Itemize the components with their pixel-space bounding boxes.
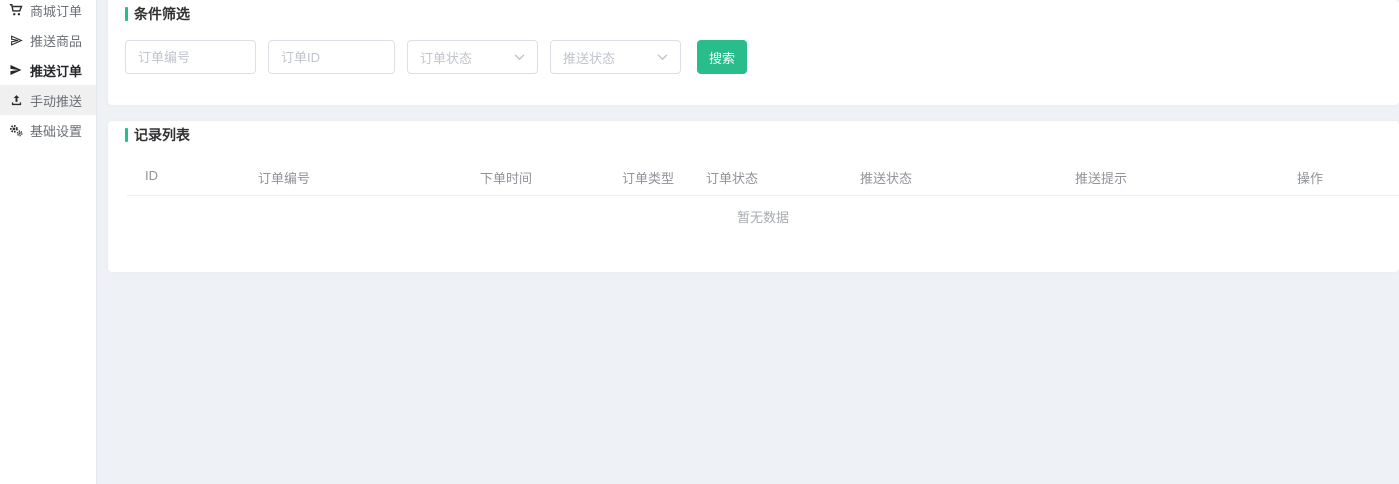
- column-header-id: ID: [145, 168, 158, 183]
- upload-icon: [9, 93, 23, 107]
- column-header-push-status: 推送状态: [860, 168, 912, 187]
- table-header-row: ID 订单编号 下单时间 订单类型 订单状态 推送状态 推送提示 操作: [108, 168, 1399, 188]
- filter-row: 订单状态 推送状态 搜索: [125, 40, 747, 74]
- column-header-actions: 操作: [1297, 168, 1323, 187]
- chevron-down-icon: [514, 54, 525, 61]
- paper-plane-icon: [9, 63, 23, 77]
- sidebar-item-label: 基础设置: [30, 121, 82, 140]
- record-list-title: 记录列表: [108, 121, 1399, 142]
- sidebar-menu: 商城订单 推送商品 推送订单: [0, 0, 96, 145]
- title-accent-bar: [125, 7, 128, 21]
- filter-title-text: 条件筛选: [134, 4, 190, 24]
- order-number-input[interactable]: [125, 40, 256, 74]
- order-status-placeholder: 订单状态: [420, 48, 472, 67]
- column-header-order-type: 订单类型: [622, 168, 674, 187]
- order-id-input[interactable]: [268, 40, 395, 74]
- record-list-card: 记录列表 ID 订单编号 下单时间 订单类型 订单状态 推送状态 推送提示 操作…: [108, 121, 1399, 272]
- sidebar-item-label: 推送商品: [30, 31, 82, 50]
- sidebar-item-basic-settings[interactable]: 基础设置: [0, 115, 96, 145]
- sidebar-item-manual-push[interactable]: 手动推送: [0, 85, 96, 115]
- main-content: 条件筛选 订单状态 推送状态 搜索 记录列表: [98, 0, 1399, 484]
- empty-state-text: 暂无数据: [127, 207, 1399, 226]
- column-header-push-message: 推送提示: [1075, 168, 1127, 187]
- record-list-title-text: 记录列表: [134, 125, 190, 145]
- paper-plane-outline-icon: [9, 33, 23, 47]
- sidebar: 商城订单 推送商品 推送订单: [0, 0, 97, 484]
- title-accent-bar: [125, 128, 128, 142]
- column-header-order-status: 订单状态: [706, 168, 758, 187]
- chevron-down-icon: [657, 54, 668, 61]
- push-status-select[interactable]: 推送状态: [550, 40, 681, 74]
- column-header-order-number: 订单编号: [258, 168, 310, 187]
- gears-icon: [9, 123, 23, 137]
- filter-card: 条件筛选 订单状态 推送状态 搜索: [108, 0, 1399, 105]
- search-button[interactable]: 搜索: [697, 40, 747, 74]
- sidebar-item-label: 手动推送: [30, 91, 82, 110]
- column-header-order-time: 下单时间: [480, 168, 532, 187]
- shopping-cart-icon: [9, 3, 23, 17]
- sidebar-item-label: 推送订单: [30, 61, 82, 80]
- order-status-select[interactable]: 订单状态: [407, 40, 538, 74]
- table-header-divider: [127, 195, 1399, 196]
- filter-card-title: 条件筛选: [108, 0, 1399, 21]
- sidebar-item-push-orders[interactable]: 推送订单: [0, 55, 96, 85]
- sidebar-item-mall-orders[interactable]: 商城订单: [0, 0, 96, 25]
- sidebar-item-label: 商城订单: [30, 1, 82, 20]
- sidebar-item-push-products[interactable]: 推送商品: [0, 25, 96, 55]
- push-status-placeholder: 推送状态: [563, 48, 615, 67]
